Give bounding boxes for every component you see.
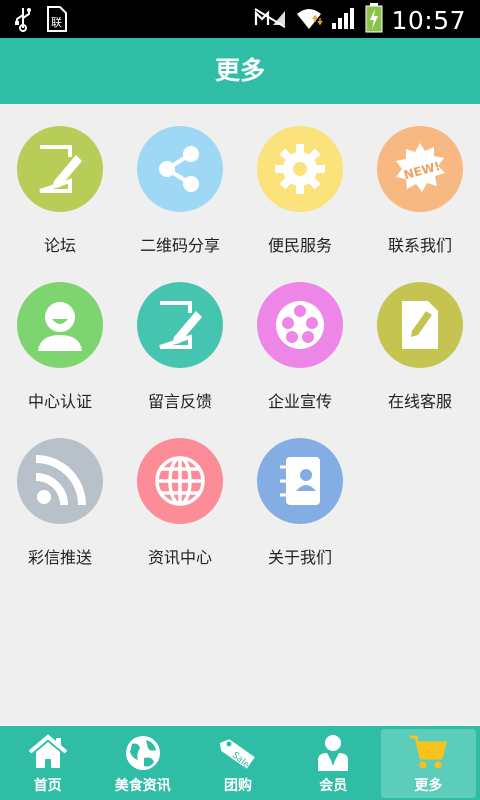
nav-label: 美食资讯	[114, 778, 171, 794]
user-icon	[17, 282, 103, 368]
globe-icon	[137, 438, 223, 524]
nav-label: 更多	[414, 778, 443, 794]
nav-home[interactable]: 首页	[0, 726, 95, 800]
film-reel-icon	[257, 282, 343, 368]
home-icon	[28, 734, 68, 774]
document-edit-icon	[377, 282, 463, 368]
nav-member[interactable]: 会员	[286, 726, 381, 800]
usb-icon	[14, 6, 32, 36]
nav-label: 首页	[33, 778, 62, 794]
nav-group-buy[interactable]: Sale 团购	[190, 726, 285, 800]
grid-item-label: 论坛	[43, 236, 76, 255]
globe-icon	[124, 734, 162, 776]
battery-icon	[365, 3, 383, 37]
grid-item-label: 二维码分享	[139, 236, 220, 255]
title-bar: 更多	[0, 38, 480, 104]
grid-item-label: 联系我们	[387, 236, 452, 255]
grid-item-certification[interactable]: 中心认证	[0, 260, 120, 416]
nav-food-news[interactable]: 美食资讯	[95, 726, 190, 800]
page-title: 更多	[214, 56, 265, 85]
contacts-book-icon	[257, 438, 343, 524]
grid-item-services[interactable]: 便民服务	[240, 104, 360, 260]
grid-item-label: 彩信推送	[27, 548, 92, 567]
muted-signal-icon	[253, 5, 287, 35]
grid-item-label: 留言反馈	[147, 392, 212, 411]
new-badge-icon: NEW!	[377, 126, 463, 212]
svg-text:联: 联	[51, 16, 62, 29]
grid-item-label: 便民服务	[267, 236, 332, 255]
nav-label: 团购	[224, 778, 252, 794]
grid-item-news-center[interactable]: 资讯中心	[120, 416, 240, 572]
signal-icon	[331, 5, 357, 35]
grid-item-label: 关于我们	[267, 548, 332, 567]
grid-item-feedback[interactable]: 留言反馈	[120, 260, 240, 416]
wifi-icon	[295, 5, 324, 35]
gear-icon	[257, 126, 343, 212]
edit-icon	[17, 126, 103, 212]
status-bar: 联 10:57	[0, 0, 480, 38]
grid-item-contact[interactable]: NEW! 联系我们	[360, 104, 480, 260]
grid-item-label: 在线客服	[387, 392, 452, 411]
nav-more[interactable]: 更多	[380, 729, 477, 798]
rss-icon	[17, 438, 103, 524]
member-icon	[315, 734, 351, 776]
more-grid: 论坛 二维码分享 便民服务 NEW! 联系我们 中心认证 留言反馈 企业宣传 在…	[0, 104, 480, 726]
grid-item-promotion[interactable]: 企业宣传	[240, 260, 360, 416]
bottom-nav: 首页 美食资讯 Sale 团购 会员 更多	[0, 726, 480, 800]
grid-item-about-us[interactable]: 关于我们	[240, 416, 360, 572]
grid-item-label: 资讯中心	[147, 548, 212, 567]
nav-label: 会员	[319, 778, 348, 794]
grid-item-label: 中心认证	[27, 392, 92, 411]
grid-item-forum[interactable]: 论坛	[0, 104, 120, 260]
sim-card-icon: 联	[46, 6, 68, 36]
clock-time: 10:57	[391, 5, 466, 35]
edit-icon	[137, 282, 223, 368]
grid-item-mms-push[interactable]: 彩信推送	[0, 416, 120, 572]
sale-tag-icon: Sale	[218, 734, 258, 776]
cart-icon	[409, 734, 448, 774]
share-icon	[137, 126, 223, 212]
grid-item-label: 企业宣传	[267, 392, 332, 411]
grid-item-online-service[interactable]: 在线客服	[360, 260, 480, 416]
grid-item-qr-share[interactable]: 二维码分享	[120, 104, 240, 260]
